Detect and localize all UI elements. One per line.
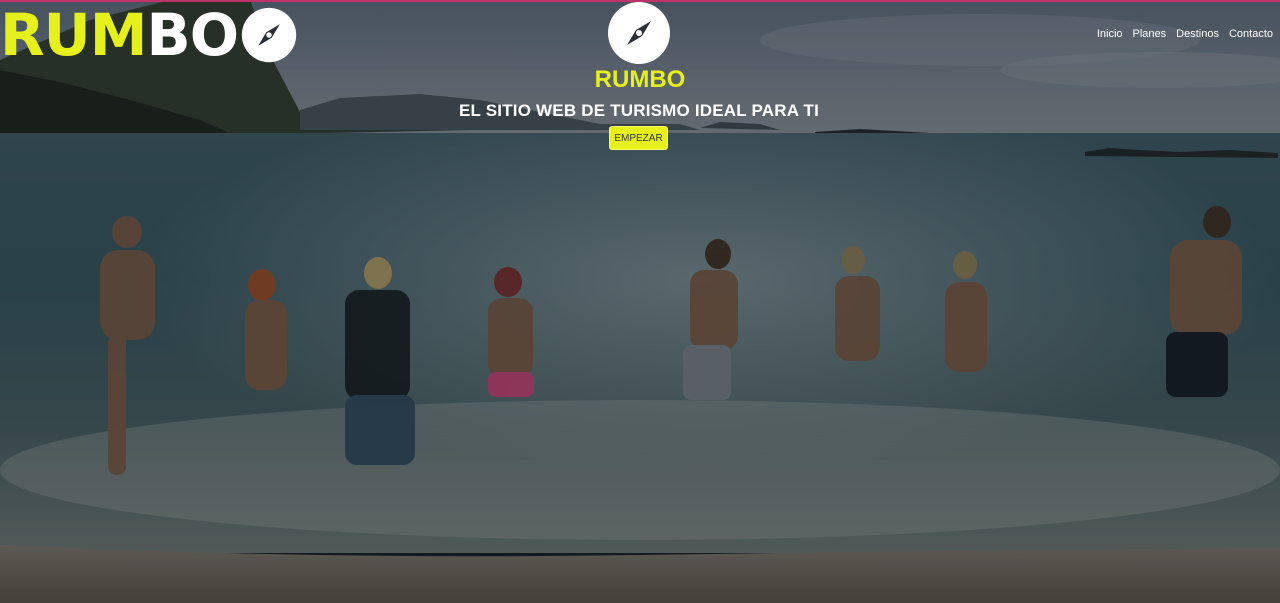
main-nav: Inicio Planes Destinos Contacto [1097,28,1273,40]
nav-item-planes[interactable]: Planes [1133,28,1167,40]
nav-item-inicio[interactable]: Inicio [1097,28,1123,40]
center-compass-icon [608,2,670,64]
hero-subtitle: EL SITIO WEB DE TURISMO IDEAL PARA TI [458,101,819,120]
compass-icon [241,7,297,63]
hero-section: RUMBO Inicio Planes Destinos Contacto RU… [0,0,1280,603]
nav-item-contacto[interactable]: Contacto [1229,28,1273,40]
hero-brand-title: RUMBO [594,66,686,93]
logo-text-rum: RUM [0,1,147,69]
start-button[interactable]: EMPEZAR [609,126,668,150]
logo-text: RUMBO [0,1,239,69]
nav-item-destinos[interactable]: Destinos [1176,28,1219,40]
site-logo[interactable]: RUMBO [0,4,298,66]
logo-text-bo: BO [146,1,239,69]
